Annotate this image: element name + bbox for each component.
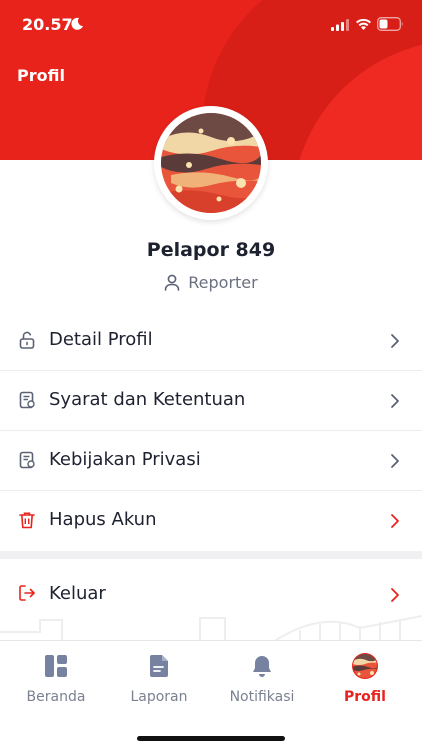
chevron-right-icon — [391, 394, 399, 408]
user-name: Pelapor 849 — [146, 239, 276, 261]
chevron-right-icon — [391, 588, 399, 602]
status-bar: 20.57 — [0, 0, 422, 50]
profile-menu: Detail Profil Syarat dan Ketentuan Kebij… — [0, 311, 422, 631]
user-role-label: Reporter — [188, 273, 258, 292]
nav-item-beranda[interactable]: Beranda — [6, 653, 106, 713]
dashboard-icon — [45, 655, 67, 677]
bottom-navigation: Beranda Laporan Notifikasi Profil — [0, 640, 422, 750]
menu-item-syarat-ketentuan[interactable]: Syarat dan Ketentuan — [0, 371, 422, 431]
chevron-right-icon — [391, 334, 399, 348]
menu-divider — [0, 551, 422, 559]
lock-open-icon — [19, 331, 35, 349]
user-role: Reporter — [0, 273, 422, 292]
nav-label: Beranda — [26, 689, 86, 705]
document-icon — [19, 391, 35, 409]
nav-item-notifikasi[interactable]: Notifikasi — [212, 653, 312, 713]
menu-item-hapus-akun[interactable]: Hapus Akun — [0, 491, 422, 551]
report-icon — [150, 655, 168, 677]
menu-item-label: Keluar — [49, 583, 106, 604]
nav-label: Notifikasi — [229, 689, 295, 705]
home-indicator — [137, 736, 285, 741]
menu-item-kebijakan-privasi[interactable]: Kebijakan Privasi — [0, 431, 422, 491]
avatar[interactable] — [154, 106, 268, 220]
page-title: Profil — [17, 66, 65, 85]
wifi-icon — [356, 18, 371, 30]
nav-label: Laporan — [130, 689, 188, 705]
nav-label: Profil — [344, 689, 386, 705]
menu-item-label: Syarat dan Ketentuan — [49, 389, 246, 410]
chevron-right-icon — [391, 514, 399, 528]
document-icon — [19, 451, 35, 469]
bell-icon — [253, 656, 271, 677]
chevron-right-icon — [391, 454, 399, 468]
signal-icon — [331, 19, 349, 31]
status-time: 20.57 — [22, 15, 73, 34]
menu-item-detail-profil[interactable]: Detail Profil — [0, 311, 422, 371]
battery-icon — [377, 17, 403, 31]
avatar-image — [161, 113, 261, 213]
person-icon — [164, 274, 180, 291]
moon-icon — [71, 17, 83, 30]
background-illustration — [0, 615, 422, 644]
nav-item-laporan[interactable]: Laporan — [109, 653, 209, 713]
menu-item-label: Hapus Akun — [49, 509, 157, 530]
logout-icon — [19, 585, 35, 601]
avatar-icon — [352, 653, 378, 679]
menu-item-label: Detail Profil — [49, 329, 153, 350]
nav-item-profil[interactable]: Profil — [315, 653, 415, 713]
menu-item-label: Kebijakan Privasi — [49, 449, 201, 470]
trash-icon — [19, 512, 35, 529]
